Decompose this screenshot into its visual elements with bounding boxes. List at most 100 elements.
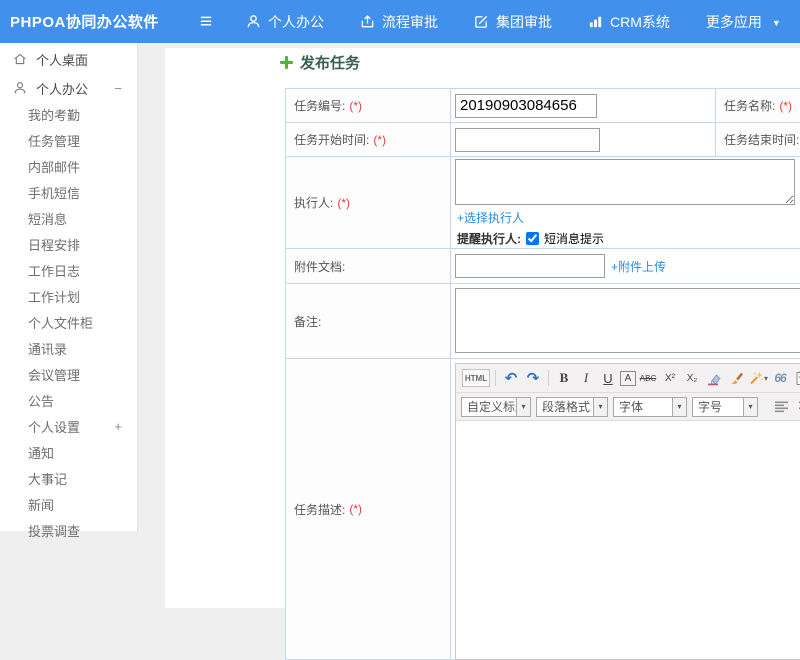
font-family-select[interactable]: 字体 ▾: [613, 396, 687, 417]
editor-content-area[interactable]: [456, 421, 800, 659]
sidebar-item-personal-settings[interactable]: 个人设置 +: [0, 413, 137, 439]
editor-toolbar-2: 自定义标题 ▾ 段落格式 ▾ 字体 ▾ 字号 ▾: [456, 393, 800, 421]
sidebar-item-personal-desktop[interactable]: 个人桌面: [0, 43, 137, 75]
attachment-upload-link[interactable]: +附件上传: [611, 258, 666, 275]
required-mark: (*): [373, 132, 387, 147]
remark-row: 备注:: [286, 284, 800, 359]
top-bar: PHPOA协同办公软件 ≡ 个人办公 流程审批 集团审批 CRM系统 更多应用 …: [0, 0, 800, 43]
remark-cell: [451, 284, 800, 358]
expand-icon[interactable]: +: [114, 419, 122, 434]
sidebar-item-label: 通讯录: [28, 341, 68, 357]
clipboard-icon: [796, 370, 800, 385]
attachment-label: 附件文档:: [286, 249, 451, 283]
magic-wand-button[interactable]: ▾: [748, 368, 768, 388]
undo-button[interactable]: ↶: [501, 368, 521, 388]
description-label: 任务描述: (*): [286, 359, 451, 659]
nav-process-approval[interactable]: 流程审批: [360, 12, 438, 32]
sidebar-item-mobile-sms[interactable]: 手机短信: [0, 179, 137, 205]
sidebar-item-notice[interactable]: 通知: [0, 439, 137, 465]
sidebar-item-personal-office[interactable]: 个人办公 −: [0, 75, 137, 101]
underline-button[interactable]: U: [598, 368, 618, 388]
sidebar-item-label: 手机短信: [28, 185, 81, 201]
sidebar-item-schedule[interactable]: 日程安排: [0, 231, 137, 257]
sidebar-item-announcement[interactable]: 公告: [0, 387, 137, 413]
nav-label: 更多应用: [705, 13, 762, 30]
remind-executor-label: 提醒执行人:: [457, 232, 521, 246]
strikethrough-button[interactable]: ABC: [638, 368, 658, 388]
select-value: 自定义标题: [467, 400, 516, 414]
nav-crm-system[interactable]: CRM系统: [588, 12, 670, 32]
remark-textarea[interactable]: [455, 288, 800, 353]
font-style-button[interactable]: A: [620, 370, 636, 386]
choose-executor-link[interactable]: +选择执行人: [457, 209, 800, 226]
sidebar-item-personal-files[interactable]: 个人文件柜: [0, 309, 137, 335]
align-left-icon: [775, 401, 788, 413]
end-time-label: 任务结束时间:(*): [716, 123, 800, 156]
superscript-button[interactable]: X²: [660, 368, 680, 388]
task-number-input[interactable]: [455, 93, 597, 118]
format-brush-button[interactable]: [726, 368, 746, 388]
sidebar-item-vote-survey[interactable]: 投票调查: [0, 517, 137, 543]
sidebar-item-label: 任务管理: [28, 133, 81, 149]
html-source-button[interactable]: HTML: [462, 369, 490, 387]
description-row: 任务描述: (*) HTML ↶ ↷ B I U A ABC X² X₂ ▾ 6…: [286, 359, 800, 660]
nav-more-apps[interactable]: 更多应用: [706, 12, 762, 32]
user-icon: [246, 14, 261, 29]
sidebar-item-label: 个人设置: [28, 419, 81, 435]
process-approval-icon: [360, 14, 375, 29]
start-time-label: 任务开始时间: (*): [286, 123, 451, 156]
nav-personal-office[interactable]: 个人办公: [246, 12, 324, 32]
sidebar-item-meeting-management[interactable]: 会议管理: [0, 361, 137, 387]
sidebar-item-task-management[interactable]: 任务管理: [0, 127, 137, 153]
description-cell: HTML ↶ ↷ B I U A ABC X² X₂ ▾ 66 自定义标 ▾ 段…: [451, 359, 800, 660]
align-left-button[interactable]: [773, 398, 790, 416]
sidebar-item-label: 公告: [28, 393, 55, 409]
sms-remind-checkbox[interactable]: [526, 232, 539, 245]
attachment-cell: +附件上传: [451, 249, 800, 283]
start-time-cell: [451, 123, 716, 156]
app-logo: PHPOA协同办公软件: [10, 14, 159, 31]
executor-textarea[interactable]: [455, 159, 795, 205]
required-mark: (*): [337, 195, 351, 210]
sidebar-item-memorabilia[interactable]: 大事记: [0, 465, 137, 491]
sidebar-item-news[interactable]: 新闻: [0, 491, 137, 517]
executor-label: 执行人: (*): [286, 157, 451, 248]
brush-icon: [731, 372, 743, 385]
sidebar-item-internal-mail[interactable]: 内部邮件: [0, 153, 137, 179]
sidebar-item-short-message[interactable]: 短消息: [0, 205, 137, 231]
page-title-text: 发布任务: [300, 55, 361, 72]
sidebar-item-work-log[interactable]: 工作日志: [0, 257, 137, 283]
sidebar-item-label: 会议管理: [28, 367, 81, 383]
custom-heading-select[interactable]: 自定义标题 ▾: [461, 396, 531, 417]
paragraph-format-select[interactable]: 段落格式 ▾: [536, 396, 608, 417]
start-time-input[interactable]: [455, 127, 600, 152]
menu-toggle-icon[interactable]: ≡: [188, 0, 224, 43]
subscript-button[interactable]: X₂: [682, 368, 702, 388]
blockquote-button[interactable]: 66: [770, 368, 790, 388]
font-size-select[interactable]: 字号 ▾: [692, 396, 758, 417]
editor-toolbar-1: HTML ↶ ↷ B I U A ABC X² X₂ ▾ 66: [456, 364, 800, 393]
sidebar-item-work-plan[interactable]: 工作计划: [0, 283, 137, 309]
task-number-cell: [451, 89, 716, 122]
home-icon: [13, 52, 27, 66]
attachment-input[interactable]: [455, 254, 605, 278]
paste-text-button[interactable]: [792, 368, 800, 388]
sidebar-item-label: 我的考勤: [28, 107, 81, 123]
sidebar-item-my-attendance[interactable]: 我的考勤: [0, 101, 137, 127]
italic-button[interactable]: I: [576, 368, 596, 388]
redo-button[interactable]: ↷: [523, 368, 543, 388]
add-icon: [280, 56, 293, 69]
sidebar-item-label: 个人文件柜: [28, 315, 94, 331]
task-name-label: 任务名称: (*): [716, 89, 800, 122]
select-value: 字号: [698, 400, 723, 414]
sidebar-item-contacts[interactable]: 通讯录: [0, 335, 137, 361]
nav-group-approval[interactable]: 集团审批: [474, 12, 552, 32]
bold-button[interactable]: B: [554, 368, 574, 388]
sidebar-item-label: 短消息: [28, 211, 68, 227]
eraser-button[interactable]: [704, 368, 724, 388]
sidebar-item-label: 工作日志: [28, 263, 81, 279]
edit-square-icon: [474, 14, 489, 29]
collapse-icon[interactable]: −: [114, 81, 122, 96]
rich-text-editor: HTML ↶ ↷ B I U A ABC X² X₂ ▾ 66 自定义标 ▾ 段…: [455, 363, 800, 660]
chevron-down-icon[interactable]: ▼: [772, 18, 781, 28]
